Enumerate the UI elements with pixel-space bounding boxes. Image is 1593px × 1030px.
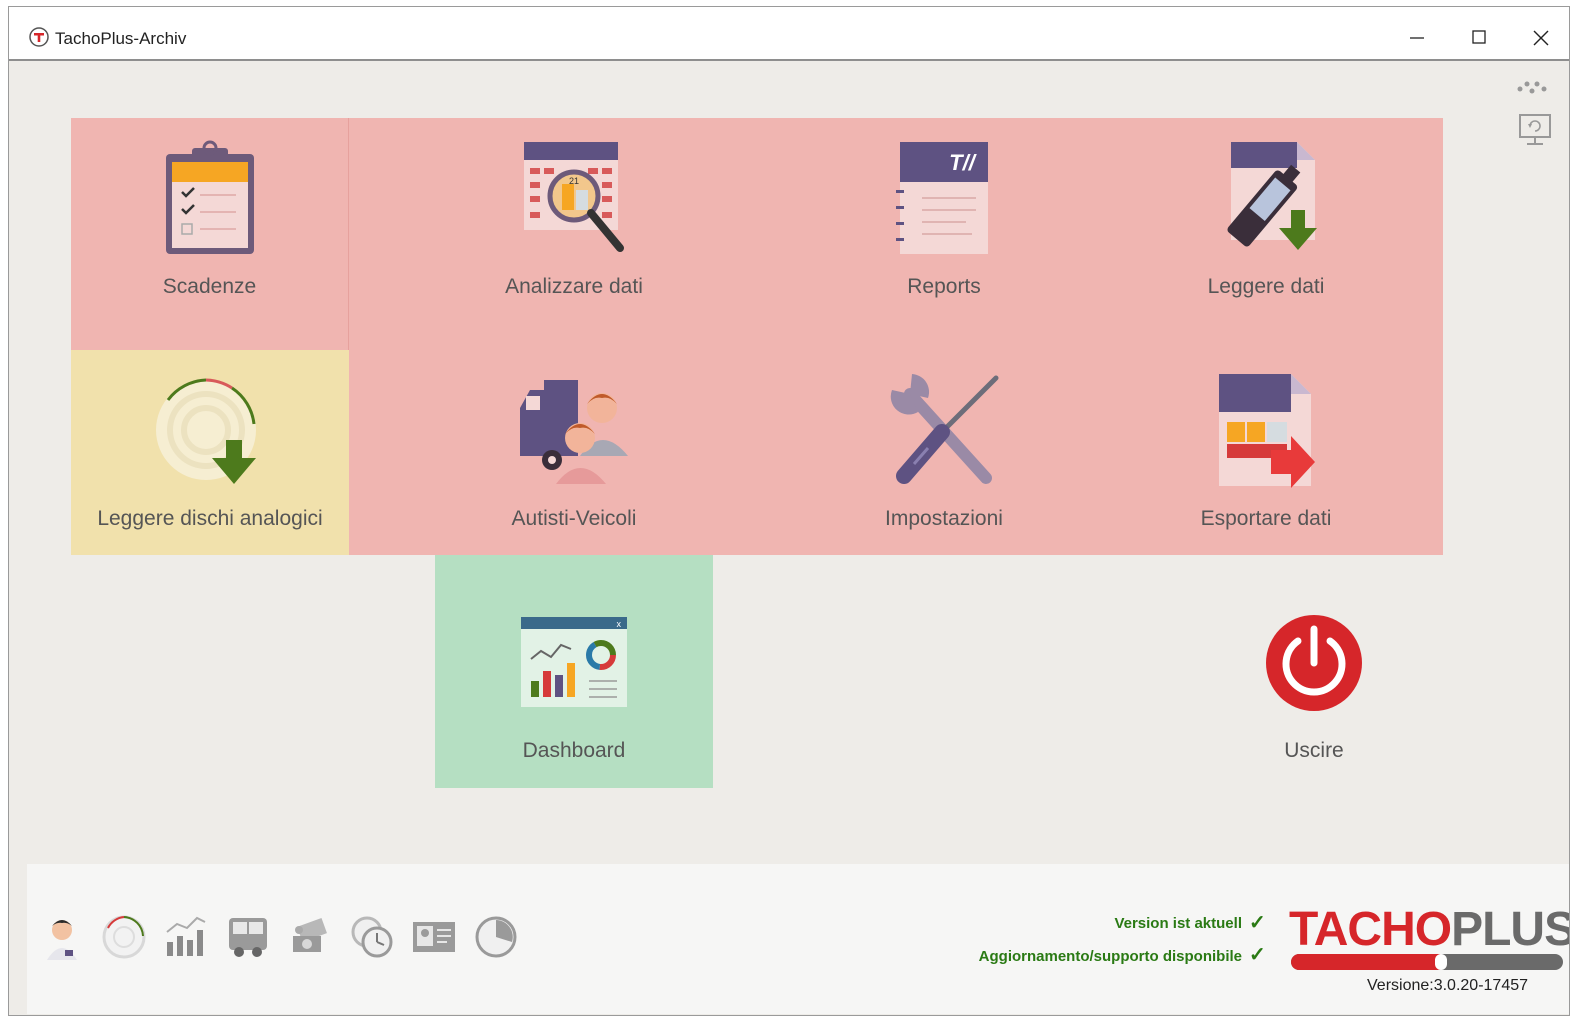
tile-reports[interactable]: T// Reports	[799, 118, 1089, 350]
svg-text:x: x	[617, 619, 622, 629]
tile-leggere-dati[interactable]: Leggere dati	[1089, 118, 1443, 350]
analog-disc-download-icon	[156, 378, 256, 484]
check-icon: ✓	[1249, 944, 1266, 966]
tile-label: Impostazioni	[885, 507, 1003, 530]
clocks-icon[interactable]	[349, 914, 395, 960]
tile-label: Uscire	[1284, 739, 1344, 762]
maximize-icon	[1472, 30, 1486, 44]
tile-analizzare-dati[interactable]: 21 Analizzare dati	[349, 118, 799, 350]
logo-text-plus: PLUS	[1451, 903, 1570, 956]
bar-chart-icon[interactable]	[163, 914, 209, 960]
version-status-text: Version ist aktuell	[1114, 915, 1242, 932]
tile-scadenze[interactable]: Scadenze	[71, 118, 349, 350]
tile-esportare-dati[interactable]: Esportare dati	[1089, 350, 1443, 555]
bus-icon[interactable]	[225, 914, 271, 960]
maximize-button[interactable]	[1456, 21, 1504, 55]
dashboard-charts-icon: x	[521, 617, 627, 707]
tile-impostazioni[interactable]: Impostazioni	[799, 350, 1089, 555]
close-icon	[1533, 30, 1549, 46]
tile-label: Leggere dischi analogici	[97, 507, 323, 530]
network-dots-icon[interactable]	[1515, 77, 1549, 99]
driver-avatar-icon[interactable]	[39, 914, 85, 960]
card-reader-download-icon	[1227, 142, 1317, 250]
tachoplus-app-icon	[29, 27, 49, 47]
logo-text-tacho: TACHO	[1289, 903, 1452, 956]
tile-label: Analizzare dati	[505, 275, 643, 298]
app-window: TachoPlus-Archiv Scadenze 21 Analizzare …	[8, 6, 1570, 1016]
tile-leggere-dischi-analogici[interactable]: Leggere dischi analogici	[71, 350, 349, 555]
truck-drivers-icon	[520, 380, 628, 484]
pie-chart-icon[interactable]	[473, 914, 519, 960]
wrench-screwdriver-icon	[890, 374, 999, 484]
monitor-sync-icon[interactable]	[1518, 113, 1552, 149]
tile-label: Scadenze	[162, 275, 257, 298]
export-file-icon	[1219, 374, 1315, 488]
id-card-icon[interactable]	[411, 914, 457, 960]
logo-bar	[1291, 954, 1563, 970]
tile-label: Reports	[907, 275, 981, 298]
window-title: TachoPlus-Archiv	[55, 29, 187, 48]
check-icon: ✓	[1249, 912, 1266, 934]
tile-label: Leggere dati	[1207, 275, 1325, 298]
tile-dashboard[interactable]: x Dashboard	[435, 555, 713, 788]
disc-icon[interactable]	[101, 914, 147, 960]
svg-text:21: 21	[569, 176, 579, 186]
report-notebook-icon: T//	[896, 142, 988, 254]
money-icon[interactable]	[287, 914, 333, 960]
support-status-text: Aggiornamento/supporto disponibile	[978, 948, 1242, 965]
version-label: Versione:3.0.20-17457	[1367, 977, 1529, 994]
tile-label: Dashboard	[522, 739, 626, 762]
tile-autisti-veicoli[interactable]: Autisti-Veicoli	[349, 350, 799, 555]
footer-bar: Version ist aktuell ✓ Aggiornamento/supp…	[27, 864, 1569, 1014]
minimize-icon	[1410, 37, 1424, 39]
minimize-button[interactable]	[1394, 21, 1442, 55]
clipboard-checklist-icon	[165, 140, 254, 254]
svg-text:T//: T//	[949, 150, 978, 175]
close-button[interactable]	[1517, 21, 1565, 55]
power-icon	[1266, 615, 1362, 711]
tile-uscire[interactable]: Uscire	[1179, 555, 1449, 788]
tachoplus-logo: TACHOPLUS	[1289, 902, 1569, 972]
tile-label: Autisti-Veicoli	[511, 507, 637, 530]
title-bar: TachoPlus-Archiv	[9, 7, 1569, 61]
calendar-magnifier-icon: 21	[524, 142, 624, 252]
tile-label: Esportare dati	[1200, 507, 1332, 530]
